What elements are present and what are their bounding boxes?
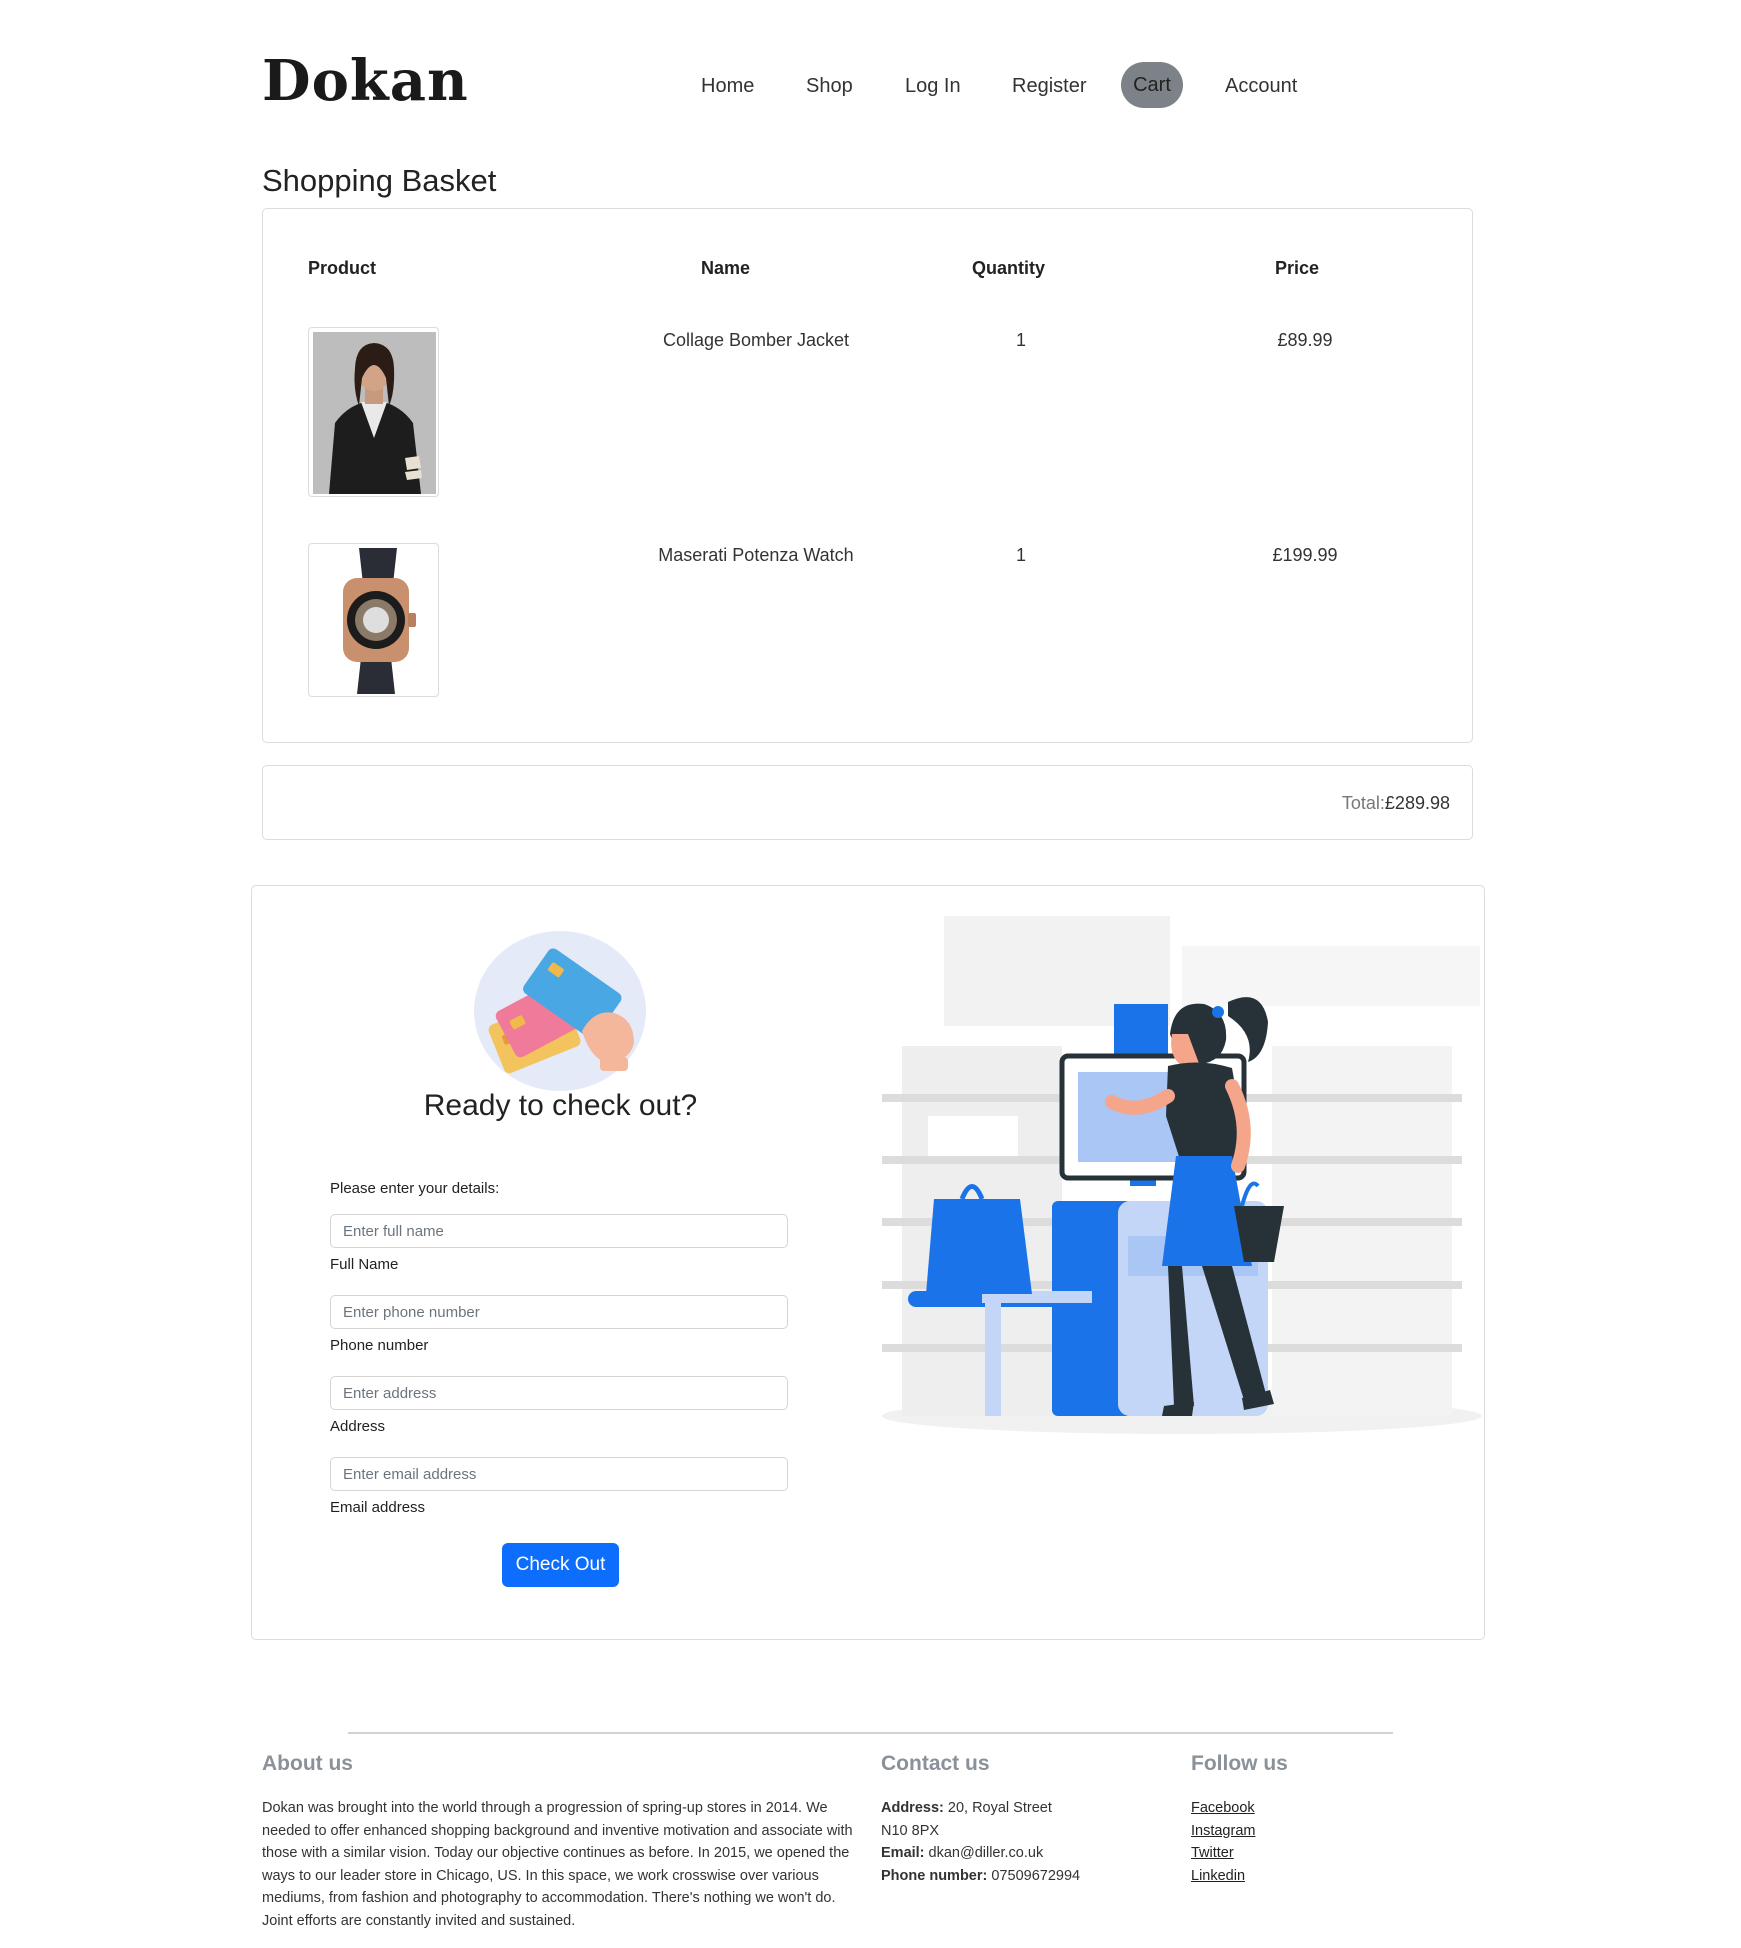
- nav-register[interactable]: Register: [1012, 72, 1086, 100]
- column-header-product: Product: [308, 258, 377, 278]
- nav-login[interactable]: Log In: [905, 72, 961, 100]
- total-value: £289.98: [1384, 793, 1450, 813]
- credit-cards-icon: [474, 931, 646, 1091]
- watch-photo: [343, 548, 416, 694]
- contact-address-line2: N10 8PX: [881, 1822, 940, 1839]
- linkedin-link[interactable]: Linkedin: [1191, 1865, 1255, 1888]
- form-intro: Please enter your details:: [330, 1180, 500, 1197]
- nav-home[interactable]: Home: [701, 72, 754, 100]
- total-panel: Total:£289.98: [262, 765, 1473, 840]
- checkout-title: Ready to check out?: [423, 1089, 698, 1122]
- item-quantity: 1: [1015, 545, 1026, 565]
- contact-email: Email: dkan@diller.co.uk: [881, 1845, 1044, 1861]
- checkout-card: Ready to check out? Please enter your de…: [251, 885, 1485, 1640]
- address-input[interactable]: [330, 1376, 788, 1410]
- nav-shop[interactable]: Shop: [806, 72, 853, 100]
- email-input[interactable]: [330, 1457, 788, 1491]
- item-name: Collage Bomber Jacket: [662, 330, 850, 350]
- footer-divider: [348, 1732, 1393, 1734]
- full-name-label: Full Name: [330, 1256, 399, 1273]
- about-text: Dokan was brought into the world through…: [262, 1800, 853, 1929]
- contact-details: Address: 20, Royal Street N10 8PX Email:…: [881, 1797, 1141, 1887]
- checkout-illustration: [882, 916, 1482, 1436]
- follow-title: Follow us: [1191, 1752, 1288, 1775]
- phone-input[interactable]: [330, 1295, 788, 1329]
- instagram-link[interactable]: Instagram: [1191, 1820, 1255, 1843]
- page-title: Shopping Basket: [262, 163, 497, 198]
- contact-title: Contact us: [881, 1752, 990, 1775]
- basket-panel: Product Name Quantity Price Collage Bomb…: [262, 208, 1473, 743]
- item-price: £199.99: [1272, 545, 1338, 565]
- twitter-link[interactable]: Twitter: [1191, 1842, 1255, 1865]
- contact-phone: Phone number: 07509672994: [881, 1867, 1081, 1884]
- checkout-button[interactable]: Check Out: [502, 1543, 619, 1587]
- jacket-photo: [313, 332, 436, 494]
- column-header-price: Price: [1275, 258, 1320, 278]
- item-price: £89.99: [1277, 330, 1333, 350]
- phone-label: Phone number: [330, 1337, 429, 1354]
- contact-address: Address: 20, Royal Street: [881, 1800, 1052, 1816]
- basket-total: Total:£289.98: [1342, 793, 1450, 814]
- product-thumbnail[interactable]: [308, 543, 439, 697]
- address-label: Address: [330, 1418, 386, 1435]
- email-label: Email address: [330, 1499, 426, 1516]
- nav-cart[interactable]: Cart: [1121, 62, 1183, 108]
- item-quantity: 1: [1015, 330, 1026, 350]
- full-name-input[interactable]: [330, 1214, 788, 1248]
- column-header-quantity: Quantity: [972, 258, 1046, 278]
- total-label: Total:: [1341, 793, 1385, 813]
- facebook-link[interactable]: Facebook: [1191, 1797, 1255, 1820]
- column-header-name: Name: [701, 258, 751, 278]
- social-links: Facebook Instagram Twitter Linkedin: [1191, 1797, 1255, 1887]
- item-name: Maserati Potenza Watch: [658, 545, 854, 565]
- product-thumbnail[interactable]: [308, 327, 439, 497]
- nav-account[interactable]: Account: [1225, 72, 1297, 100]
- site-logo[interactable]: Dokan: [262, 48, 469, 114]
- about-title: About us: [262, 1752, 353, 1775]
